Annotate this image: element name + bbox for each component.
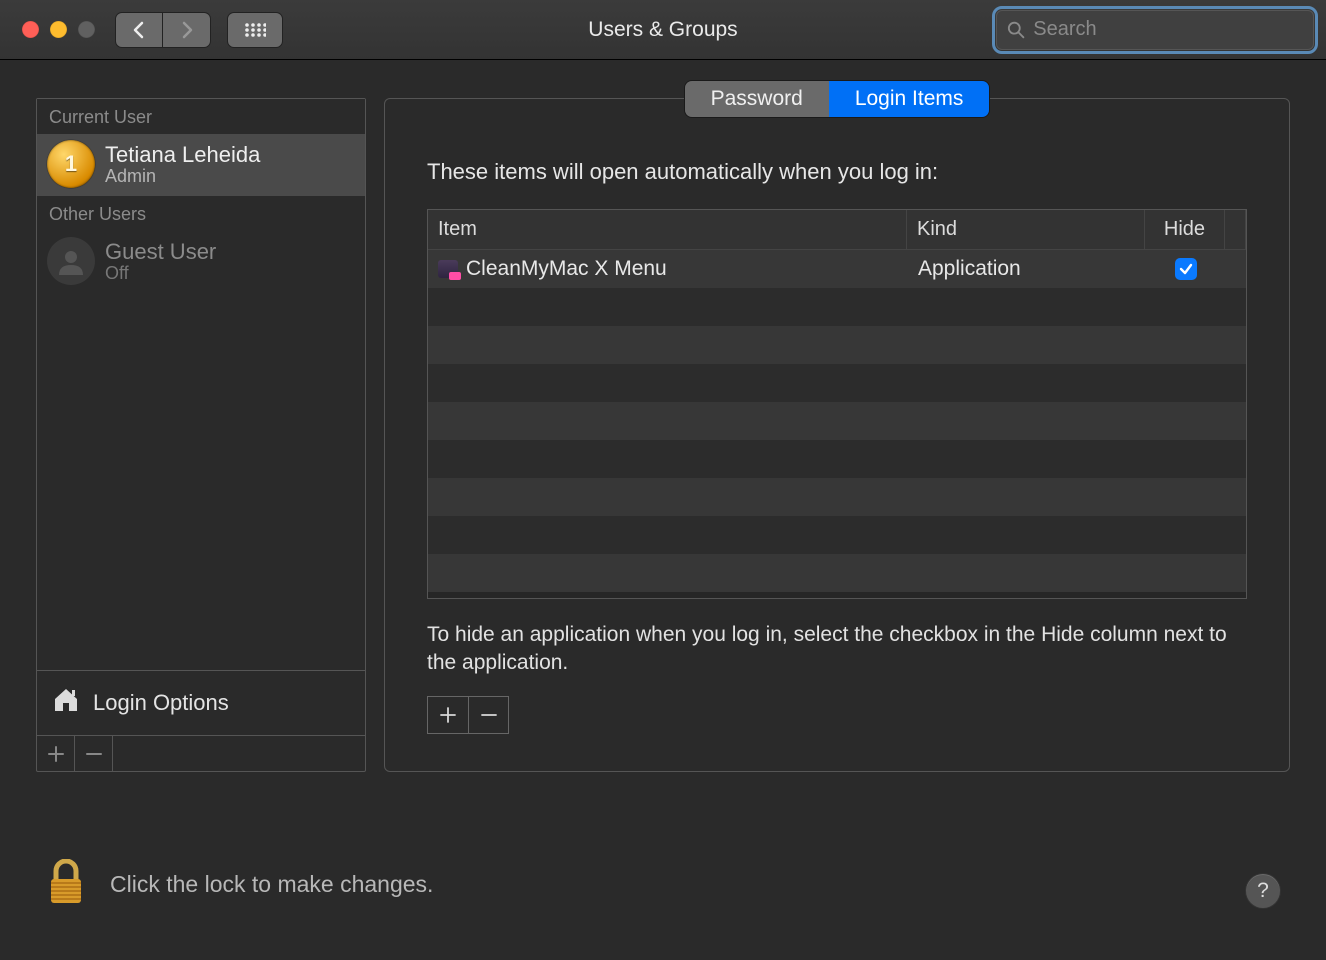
- lock-text: Click the lock to make changes.: [110, 871, 433, 898]
- item-kind: Application: [908, 257, 1146, 281]
- login-items-table: Item Kind Hide CleanMyMac X Menu Applica…: [427, 209, 1247, 599]
- sidebar-footer: [37, 735, 365, 771]
- column-kind[interactable]: Kind: [907, 210, 1145, 249]
- add-user-button[interactable]: [37, 736, 75, 772]
- user-role: Admin: [105, 166, 260, 187]
- guest-user-row[interactable]: Guest User Off: [37, 231, 365, 293]
- search-icon: [1007, 20, 1025, 40]
- main-panel: Password Login Items These items will op…: [384, 98, 1290, 772]
- lock-row: Click the lock to make changes.: [46, 859, 433, 910]
- instruction-text: These items will open automatically when…: [427, 159, 1247, 185]
- show-all-button[interactable]: [227, 12, 283, 48]
- close-window-button[interactable]: [22, 21, 39, 38]
- table-row: [428, 326, 1246, 364]
- table-row: [428, 554, 1246, 592]
- item-name: CleanMyMac X Menu: [466, 257, 667, 281]
- app-icon: [438, 260, 458, 278]
- hide-checkbox[interactable]: [1175, 258, 1197, 280]
- add-item-button[interactable]: [428, 697, 468, 733]
- item-buttons: [427, 696, 509, 734]
- table-row: [428, 440, 1246, 478]
- user-role: Off: [105, 263, 216, 284]
- minimize-window-button[interactable]: [50, 21, 67, 38]
- column-hide[interactable]: Hide: [1145, 210, 1225, 249]
- tab-password[interactable]: Password: [685, 81, 829, 117]
- table-row[interactable]: CleanMyMac X Menu Application: [428, 250, 1246, 288]
- help-button[interactable]: ?: [1246, 874, 1280, 908]
- table-header: Item Kind Hide: [428, 210, 1246, 250]
- forward-button: [163, 12, 211, 48]
- login-options-label: Login Options: [93, 690, 229, 716]
- guest-avatar-icon: [47, 237, 95, 285]
- login-options-row[interactable]: Login Options: [37, 670, 365, 735]
- table-row: [428, 478, 1246, 516]
- titlebar: Users & Groups: [0, 0, 1326, 60]
- current-user-row[interactable]: Tetiana Leheida Admin: [37, 134, 365, 196]
- tab-group: Password Login Items: [685, 81, 990, 117]
- hint-text: To hide an application when you log in, …: [427, 621, 1247, 678]
- user-name: Tetiana Leheida: [105, 142, 260, 168]
- lock-icon[interactable]: [46, 859, 86, 910]
- window-controls: [22, 21, 95, 38]
- table-row: [428, 364, 1246, 402]
- remove-user-button[interactable]: [75, 736, 113, 772]
- back-button[interactable]: [115, 12, 163, 48]
- table-body: CleanMyMac X Menu Application: [428, 250, 1246, 598]
- user-sidebar: Current User Tetiana Leheida Admin Other…: [36, 98, 366, 772]
- user-name: Guest User: [105, 239, 216, 265]
- current-user-header: Current User: [37, 99, 365, 134]
- nav-buttons: [115, 12, 211, 48]
- table-row: [428, 516, 1246, 554]
- tab-login-items[interactable]: Login Items: [829, 81, 990, 117]
- remove-item-button[interactable]: [468, 697, 508, 733]
- zoom-window-button: [78, 21, 95, 38]
- column-item[interactable]: Item: [428, 210, 907, 249]
- home-icon: [51, 685, 81, 721]
- search-field[interactable]: [996, 10, 1314, 50]
- table-row: [428, 402, 1246, 440]
- user-avatar-icon: [47, 140, 95, 188]
- search-input[interactable]: [1033, 18, 1303, 41]
- table-row: [428, 288, 1246, 326]
- other-users-header: Other Users: [37, 196, 365, 231]
